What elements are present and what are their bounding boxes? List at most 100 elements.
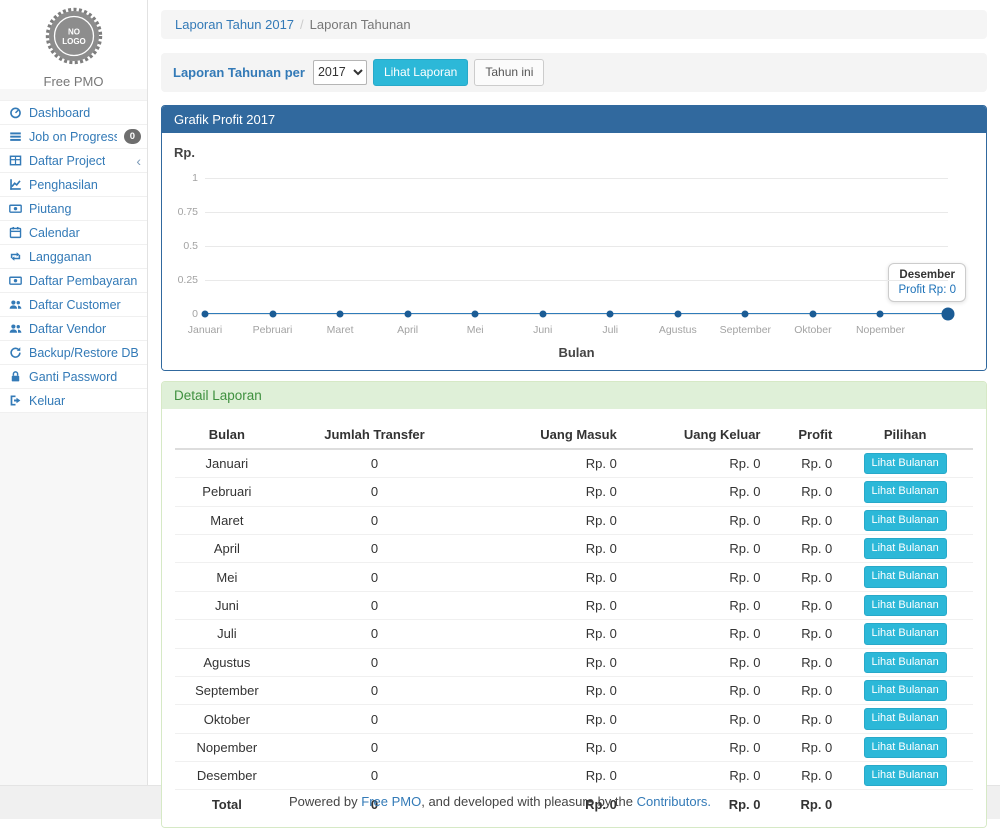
chart-point-september[interactable] <box>742 310 749 317</box>
no-logo-badge: NO LOGO <box>45 7 103 65</box>
chart-point-oktober[interactable] <box>809 310 816 317</box>
lihat-bulanan-button-april[interactable]: Lihat Bulanan <box>864 538 947 559</box>
main-content: Laporan Tahun 2017/Laporan Tahunan Lapor… <box>148 0 1000 785</box>
breadcrumb-separator: / <box>300 17 304 32</box>
uang-keluar-cell: Rp. 0 <box>622 534 766 562</box>
lihat-bulanan-button-pebruari[interactable]: Lihat Bulanan <box>864 481 947 502</box>
sidebar-item-penghasilan[interactable]: Penghasilan <box>0 173 147 197</box>
sidebar-item-label: Keluar <box>29 394 65 408</box>
profit-cell: Rp. 0 <box>765 478 837 506</box>
chart-point-april[interactable] <box>404 310 411 317</box>
uang-keluar-cell: Rp. 0 <box>622 705 766 733</box>
bulan-cell: Maret <box>175 506 279 534</box>
sidebar-item-daftar-customer[interactable]: Daftar Customer <box>0 293 147 317</box>
lihat-bulanan-button-juli[interactable]: Lihat Bulanan <box>864 623 947 644</box>
profit-cell: Rp. 0 <box>765 705 837 733</box>
chart-point-maret[interactable] <box>337 310 344 317</box>
footer-link-contributors[interactable]: Contributors. <box>637 794 711 809</box>
footer-text-prefix: Powered by <box>289 794 361 809</box>
bulan-cell: Mei <box>175 563 279 591</box>
pilihan-cell: Lihat Bulanan <box>837 563 973 591</box>
jumlah-transfer-cell: 0 <box>279 676 471 704</box>
sidebar-item-keluar[interactable]: Keluar <box>0 389 147 413</box>
sidebar-item-job-on-progress[interactable]: Job on Progress0 <box>0 125 147 149</box>
chart-gridline <box>205 212 948 213</box>
sidebar-item-ganti-password[interactable]: Ganti Password <box>0 365 147 389</box>
column-header-uang-keluar: Uang Keluar <box>622 421 766 449</box>
total-value-cell: Rp. 0 <box>765 790 837 816</box>
detail-panel-title: Detail Laporan <box>162 382 986 409</box>
table-row-april: April0Rp. 0Rp. 0Rp. 0Lihat Bulanan <box>175 534 973 562</box>
calendar-icon <box>8 226 22 239</box>
bulan-cell: Juli <box>175 620 279 648</box>
chart-x-tick: Agustus <box>659 324 697 336</box>
lihat-bulanan-button-desember[interactable]: Lihat Bulanan <box>864 765 947 786</box>
uang-keluar-cell: Rp. 0 <box>622 620 766 648</box>
lihat-bulanan-button-nopember[interactable]: Lihat Bulanan <box>864 737 947 758</box>
breadcrumb-link-laporan-tahun[interactable]: Laporan Tahun 2017 <box>175 17 294 32</box>
sign-out-icon <box>8 394 22 407</box>
line-chart-icon <box>8 178 22 191</box>
sidebar-item-label: Daftar Pembayaran <box>29 274 137 288</box>
chart-point-pebruari[interactable] <box>269 310 276 317</box>
sidebar-item-piutang[interactable]: Piutang <box>0 197 147 221</box>
uang-masuk-cell: Rp. 0 <box>470 733 622 761</box>
uang-keluar-cell: Rp. 0 <box>622 648 766 676</box>
lihat-bulanan-button-agustus[interactable]: Lihat Bulanan <box>864 652 947 673</box>
lihat-bulanan-button-september[interactable]: Lihat Bulanan <box>864 680 947 701</box>
table-header-row: BulanJumlah TransferUang MasukUang Kelua… <box>175 421 973 449</box>
chart-point-nopember[interactable] <box>877 310 884 317</box>
sidebar-item-dashboard[interactable]: Dashboard <box>0 101 147 125</box>
profit-cell: Rp. 0 <box>765 676 837 704</box>
profit-cell: Rp. 0 <box>765 620 837 648</box>
sidebar-item-daftar-project[interactable]: Daftar Project‹ <box>0 149 147 173</box>
year-select[interactable]: 2017 <box>313 60 367 85</box>
bulan-cell: Desember <box>175 762 279 790</box>
chart-point-juni[interactable] <box>539 310 546 317</box>
chart-point-januari[interactable] <box>202 310 209 317</box>
lihat-laporan-button[interactable]: Lihat Laporan <box>373 59 468 86</box>
uang-keluar-cell: Rp. 0 <box>622 449 766 478</box>
report-table: BulanJumlah TransferUang MasukUang Kelua… <box>175 421 973 816</box>
column-header-pilihan: Pilihan <box>837 421 973 449</box>
sidebar-item-label: Piutang <box>29 202 71 216</box>
sidebar-item-langganan[interactable]: Langganan <box>0 245 147 269</box>
lihat-bulanan-button-maret[interactable]: Lihat Bulanan <box>864 510 947 531</box>
chart-point-juli[interactable] <box>607 310 614 317</box>
uang-masuk-cell: Rp. 0 <box>470 620 622 648</box>
profit-cell: Rp. 0 <box>765 506 837 534</box>
sidebar-item-label: Job on Progress <box>29 130 117 144</box>
lihat-bulanan-button-mei[interactable]: Lihat Bulanan <box>864 566 947 587</box>
chart-point-desember[interactable] <box>942 307 955 320</box>
sidebar-item-daftar-vendor[interactable]: Daftar Vendor <box>0 317 147 341</box>
chart-point-mei[interactable] <box>472 310 479 317</box>
chart-x-tick: April <box>397 324 418 336</box>
profit-cell: Rp. 0 <box>765 762 837 790</box>
sidebar-item-backup-restore-db[interactable]: Backup/Restore DB <box>0 341 147 365</box>
column-header-jumlah-transfer: Jumlah Transfer <box>279 421 471 449</box>
lihat-bulanan-button-januari[interactable]: Lihat Bulanan <box>864 453 947 474</box>
lihat-bulanan-button-oktober[interactable]: Lihat Bulanan <box>864 708 947 729</box>
chart-x-axis-title: Bulan <box>205 345 948 360</box>
bulan-cell: Nopember <box>175 733 279 761</box>
report-filter-bar: Laporan Tahunan per 2017 Lihat Laporan T… <box>161 53 987 92</box>
uang-masuk-cell: Rp. 0 <box>470 563 622 591</box>
chart-x-tick: Juli <box>602 324 618 336</box>
footer-link-free-pmo[interactable]: Free PMO <box>361 794 421 809</box>
tahun-ini-button[interactable]: Tahun ini <box>474 59 544 86</box>
uang-keluar-cell: Rp. 0 <box>622 478 766 506</box>
chart-point-agustus[interactable] <box>674 310 681 317</box>
lihat-bulanan-button-juni[interactable]: Lihat Bulanan <box>864 595 947 616</box>
pilihan-cell: Lihat Bulanan <box>837 733 973 761</box>
total-label-cell: Total <box>175 790 279 816</box>
dashboard-icon <box>8 106 22 119</box>
chart-y-axis-label: Rp. <box>174 145 195 160</box>
pilihan-cell: Lihat Bulanan <box>837 762 973 790</box>
sidebar-item-calendar[interactable]: Calendar <box>0 221 147 245</box>
sidebar-item-label: Backup/Restore DB <box>29 346 139 360</box>
table-row-januari: Januari0Rp. 0Rp. 0Rp. 0Lihat Bulanan <box>175 449 973 478</box>
column-header-bulan: Bulan <box>175 421 279 449</box>
refresh-icon <box>8 346 22 359</box>
chart-y-tick: 0.25 <box>167 274 198 286</box>
sidebar-item-daftar-pembayaran[interactable]: Daftar Pembayaran <box>0 269 147 293</box>
